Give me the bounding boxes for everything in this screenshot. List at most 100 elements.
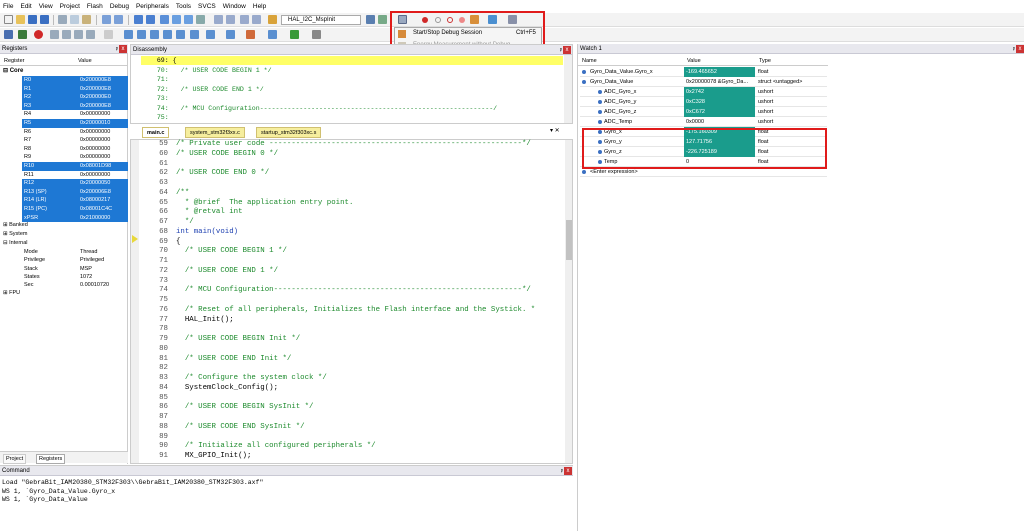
register-row[interactable]: R5 0x20000010 <box>0 119 128 128</box>
watch-row[interactable]: ADC_Gyro_z 0xC672 ushort <box>580 107 827 117</box>
register-row[interactable]: R12 0x20000050 <box>0 179 128 188</box>
close-icon[interactable]: x <box>119 45 127 53</box>
browse-icon[interactable] <box>378 15 387 24</box>
trace-window-icon[interactable] <box>268 30 277 39</box>
menu-project[interactable]: Project <box>60 3 80 10</box>
analysis-icon[interactable] <box>246 30 255 39</box>
step-out-icon[interactable] <box>74 30 83 39</box>
register-row[interactable]: R3 0x200000E8 <box>0 101 128 111</box>
register-row[interactable]: xPSR 0x21000000 <box>0 213 128 223</box>
menu-tools[interactable]: Tools <box>176 3 191 10</box>
comment-icon[interactable] <box>240 15 249 24</box>
menu-help[interactable]: Help <box>253 3 266 10</box>
open-folder-icon[interactable] <box>16 15 25 24</box>
register-row[interactable]: R15 (PC) 0x08001C4C <box>0 205 128 214</box>
watch-row[interactable]: ADC_Gyro_x 0x2742 ushort <box>580 87 827 97</box>
group-core[interactable]: ⊟ Core <box>3 67 23 74</box>
register-row[interactable]: R6 0x00000000 <box>0 128 128 137</box>
tab-project[interactable]: Project <box>3 454 27 464</box>
watch-value[interactable]: 0xC672 <box>684 107 755 117</box>
find-icon[interactable] <box>366 15 375 24</box>
target-combo[interactable]: HAL_I2C_MspInit <box>281 15 361 25</box>
register-row[interactable]: R10 0x08001D98 <box>0 162 128 171</box>
close-icon[interactable]: x <box>563 46 571 54</box>
registers-window-icon[interactable] <box>163 30 172 39</box>
register-row[interactable]: R1 0x200000E8 <box>0 84 128 94</box>
serial-window-icon[interactable] <box>226 30 235 39</box>
redo-icon[interactable] <box>114 15 123 24</box>
editor-tab[interactable]: startup_stm32f303xc.s <box>256 127 322 138</box>
new-file-icon[interactable] <box>4 15 13 24</box>
editor-scroll-thumb[interactable] <box>566 220 572 260</box>
bookmark-clear-icon[interactable] <box>196 15 205 24</box>
bookmark-next-icon[interactable] <box>184 15 193 24</box>
menu-view[interactable]: View <box>39 3 53 10</box>
undo-icon[interactable] <box>102 15 111 24</box>
step-into-icon[interactable] <box>50 30 59 39</box>
uncomment-icon[interactable] <box>252 15 261 24</box>
show-next-statement-icon[interactable] <box>104 30 113 39</box>
editor-scrollbar[interactable] <box>565 140 572 463</box>
register-row[interactable]: R7 0x00000000 <box>0 136 128 145</box>
copy-icon[interactable] <box>70 15 79 24</box>
menu-debug[interactable]: Debug <box>110 3 129 10</box>
run-icon[interactable] <box>18 30 27 39</box>
menu-peripherals[interactable]: Peripherals <box>136 3 169 10</box>
register-row[interactable]: R0 0x200000E8 <box>0 76 128 85</box>
bookmark-prev-icon[interactable] <box>172 15 181 24</box>
toolbox-icon[interactable] <box>312 30 321 39</box>
watch-row[interactable]: Gyro_Data_Value.Gyro_x -169.465652 float <box>580 67 827 77</box>
bookmark-icon[interactable] <box>160 15 169 24</box>
register-row[interactable]: R9 0x00000000 <box>0 153 128 162</box>
editor-tab[interactable]: system_stm32f3xx.c <box>185 127 245 138</box>
save-icon[interactable] <box>28 15 37 24</box>
close-icon[interactable]: x <box>1016 45 1024 53</box>
stop-icon[interactable] <box>34 30 43 39</box>
reset-icon[interactable] <box>4 30 13 39</box>
menu-file[interactable]: File <box>3 3 13 10</box>
run-to-cursor-icon[interactable] <box>86 30 95 39</box>
editor-tab[interactable]: main.c <box>142 127 170 138</box>
system-viewer-icon[interactable] <box>290 30 299 39</box>
watch-value[interactable]: 0xC328 <box>684 97 755 107</box>
call-stack-icon[interactable] <box>176 30 185 39</box>
pin-icon[interactable]: ᵖ <box>561 467 563 477</box>
watch-row[interactable]: ADC_Temp 0x0000 ushort <box>580 117 827 127</box>
save-all-icon[interactable] <box>40 15 49 24</box>
paste-icon[interactable] <box>82 15 91 24</box>
target-icon[interactable] <box>268 15 277 24</box>
group-banked[interactable]: ⊞ Banked <box>3 222 28 228</box>
symbols-window-icon[interactable] <box>150 30 159 39</box>
pin-icon[interactable]: ᵖ <box>1013 45 1015 55</box>
register-row[interactable]: R14 (LR) 0x08000217 <box>0 196 128 205</box>
disassembly-scrollbar[interactable] <box>564 55 572 123</box>
memory-window-icon[interactable] <box>206 30 215 39</box>
command-window-icon[interactable] <box>124 30 133 39</box>
watch-value[interactable]: 0x0000 <box>684 117 755 127</box>
close-icon[interactable]: x <box>564 467 572 475</box>
register-row[interactable]: R11 0x00000000 <box>0 171 128 180</box>
menu-edit[interactable]: Edit <box>20 3 31 10</box>
pin-icon[interactable]: ᵖ <box>116 45 118 55</box>
step-over-icon[interactable] <box>62 30 71 39</box>
menu-flash[interactable]: Flash <box>87 3 103 10</box>
watch-row[interactable]: Gyro_Data_Value 0x20000078 &Gyro_Da... str… <box>580 77 827 87</box>
cut-icon[interactable] <box>58 15 67 24</box>
group-internal[interactable]: ⊟ Internal <box>3 240 28 246</box>
register-row[interactable]: R4 0x00000000 <box>0 110 128 119</box>
group-fpu[interactable]: ⊞ FPU <box>3 290 20 296</box>
register-row[interactable]: R13 (SP) 0x200006E8 <box>0 187 128 197</box>
unindent-icon[interactable] <box>226 15 235 24</box>
watch-window-icon[interactable] <box>190 30 199 39</box>
watch-value[interactable]: 0x20000078 &Gyro_Da... <box>684 77 755 87</box>
tab-dropdown-icon[interactable]: ▾ ✕ <box>550 127 560 134</box>
menu-svcs[interactable]: SVCS <box>198 3 216 10</box>
register-row[interactable]: R2 0x200000E0 <box>0 93 128 102</box>
watch-value[interactable]: 0x2742 <box>684 87 755 97</box>
back-icon[interactable] <box>134 15 143 24</box>
tab-registers[interactable]: Registers <box>36 454 66 464</box>
watch-row[interactable]: ADC_Gyro_y 0xC328 ushort <box>580 97 827 107</box>
group-system[interactable]: ⊞ System <box>3 231 27 237</box>
watch-value[interactable]: -169.465652 <box>684 67 755 77</box>
register-row[interactable]: R8 0x00000000 <box>0 145 128 154</box>
